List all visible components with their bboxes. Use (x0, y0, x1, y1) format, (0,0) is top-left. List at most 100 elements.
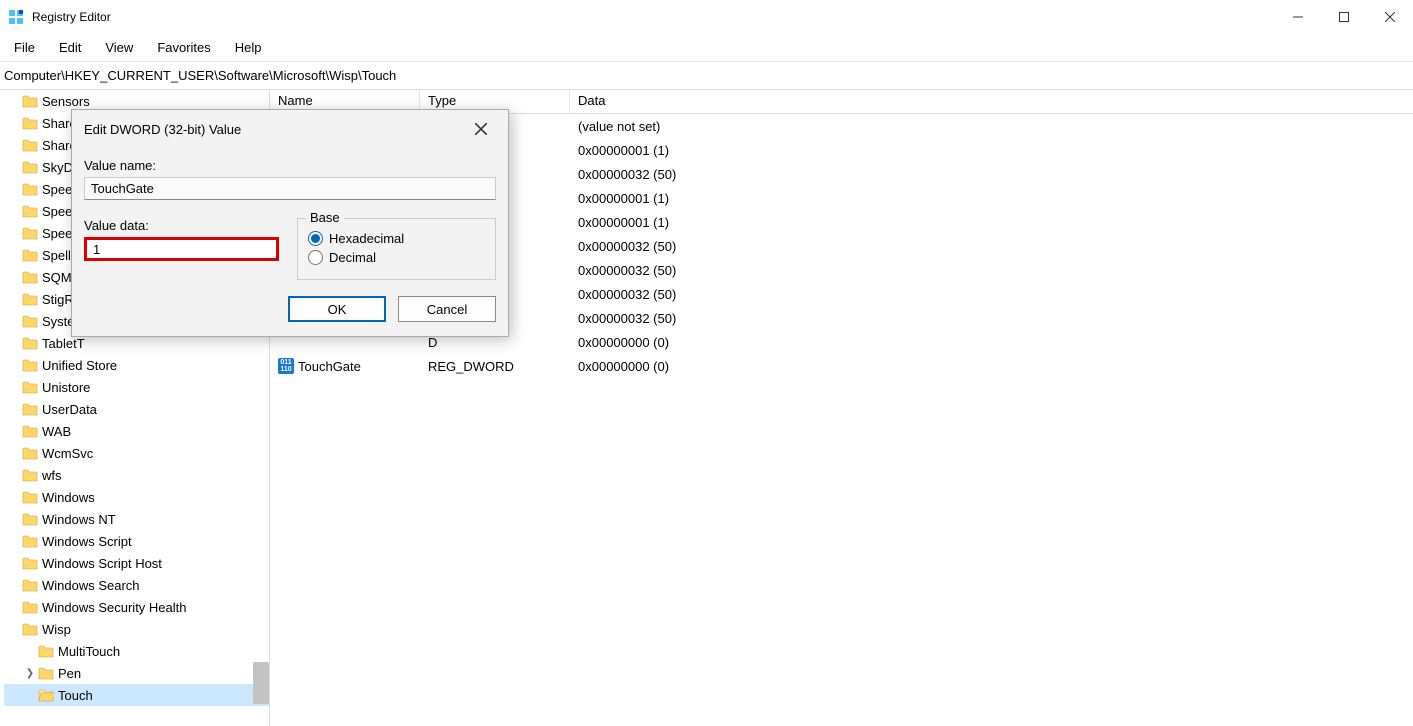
folder-icon (22, 270, 38, 284)
tree-item-label: Windows Security Health (42, 600, 187, 615)
folder-icon (22, 226, 38, 240)
ok-button[interactable]: OK (288, 296, 386, 322)
folder-icon (22, 380, 38, 394)
folder-icon (22, 314, 38, 328)
cell-data: 0x00000032 (50) (570, 309, 1413, 328)
cell-data: 0x00000001 (1) (570, 213, 1413, 232)
radio-dec-row[interactable]: Decimal (308, 250, 485, 265)
tree-scrollbar-thumb[interactable] (253, 662, 269, 704)
tree-item-wisp[interactable]: Wisp (4, 618, 269, 640)
tree-item-windows-script-host[interactable]: Windows Script Host (4, 552, 269, 574)
tree-item-label: Sensors (42, 94, 90, 109)
cell-name (270, 340, 420, 344)
cell-data: (value not set) (570, 117, 1413, 136)
tree-item-unified-store[interactable]: Unified Store (4, 354, 269, 376)
window-title: Registry Editor (32, 10, 111, 24)
folder-icon (22, 116, 38, 130)
menu-edit[interactable]: Edit (47, 36, 93, 59)
tree-item-windows-script[interactable]: Windows Script (4, 530, 269, 552)
folder-icon (22, 424, 38, 438)
close-button[interactable] (1367, 0, 1413, 34)
tree-item-windows[interactable]: Windows (4, 486, 269, 508)
radio-hex[interactable] (308, 231, 323, 246)
tree-item-label: Windows Script (42, 534, 132, 549)
tree-item-wab[interactable]: WAB (4, 420, 269, 442)
folder-icon (22, 94, 38, 108)
cell-data: 0x00000000 (0) (570, 357, 1413, 376)
address-bar[interactable]: Computer\HKEY_CURRENT_USER\Software\Micr… (0, 62, 1413, 90)
dialog-title: Edit DWORD (32-bit) Value (84, 122, 241, 137)
tree-item-userdata[interactable]: UserData (4, 398, 269, 420)
tree-item-label: Windows (42, 490, 95, 505)
value-data-label: Value data: (84, 218, 279, 233)
list-row[interactable]: 011110TouchGate REG_DWORD 0x00000000 (0) (270, 354, 1413, 378)
tree-item-multitouch[interactable]: MultiTouch (4, 640, 269, 662)
title-bar: Registry Editor (0, 0, 1413, 34)
col-header-data[interactable]: Data (570, 90, 1413, 113)
folder-icon (22, 622, 38, 636)
tree-item-unistore[interactable]: Unistore (4, 376, 269, 398)
radio-hex-row[interactable]: Hexadecimal (308, 231, 485, 246)
tree-item-label: TabletT (42, 336, 85, 351)
cell-data: 0x00000032 (50) (570, 261, 1413, 280)
tree-item-label: Unistore (42, 380, 90, 395)
tree-item-wfs[interactable]: wfs (4, 464, 269, 486)
tree-item-label: wfs (42, 468, 62, 483)
folder-icon (22, 600, 38, 614)
dialog-titlebar[interactable]: Edit DWORD (32-bit) Value (72, 110, 508, 148)
value-name-input[interactable] (84, 177, 496, 200)
value-name-label: Value name: (84, 158, 496, 173)
menu-view[interactable]: View (93, 36, 145, 59)
minimize-button[interactable] (1275, 0, 1321, 34)
folder-icon (22, 358, 38, 372)
radio-dec[interactable] (308, 250, 323, 265)
maximize-button[interactable] (1321, 0, 1367, 34)
dialog-footer: OK Cancel (72, 286, 508, 336)
tree-item-label: Windows NT (42, 512, 116, 527)
menu-favorites[interactable]: Favorites (145, 36, 222, 59)
tree-item-label: Pen (58, 666, 81, 681)
menu-file[interactable]: File (2, 36, 47, 59)
folder-icon (22, 204, 38, 218)
tree-item-wcmsvc[interactable]: WcmSvc (4, 442, 269, 464)
cell-data: 0x00000032 (50) (570, 285, 1413, 304)
tree-item-label: Unified Store (42, 358, 117, 373)
dialog-body: Value name: Value data: Base Hexadecimal (72, 148, 508, 286)
tree-item-label: Touch (58, 688, 93, 703)
cell-type: REG_DWORD (420, 357, 570, 376)
expand-icon[interactable]: ❯ (24, 667, 36, 679)
folder-icon (22, 182, 38, 196)
edit-dword-dialog: Edit DWORD (32-bit) Value Value name: Va… (71, 109, 509, 337)
folder-icon (38, 644, 54, 658)
tree-item-label: WAB (42, 424, 71, 439)
radio-hex-label: Hexadecimal (329, 231, 404, 246)
tree-item-windows-security-health[interactable]: Windows Security Health (4, 596, 269, 618)
window-controls (1275, 0, 1413, 34)
value-data-input[interactable] (87, 240, 276, 258)
tree-item-windows-nt[interactable]: Windows NT (4, 508, 269, 530)
dialog-close-button[interactable] (466, 114, 496, 144)
menu-bar: File Edit View Favorites Help (0, 34, 1413, 62)
folder-icon (22, 556, 38, 570)
tree-item-windows-search[interactable]: Windows Search (4, 574, 269, 596)
tree-item-label: UserData (42, 402, 97, 417)
tree-item-pen[interactable]: ❯ Pen (4, 662, 269, 684)
folder-icon (22, 248, 38, 262)
tree-item-label: Wisp (42, 622, 71, 637)
folder-icon (22, 534, 38, 548)
tree-item-touch[interactable]: Touch (4, 684, 269, 706)
folder-icon (22, 336, 38, 350)
base-legend: Base (306, 210, 344, 225)
folder-icon (38, 688, 54, 702)
titlebar-left: Registry Editor (8, 9, 111, 25)
app-icon (8, 9, 24, 25)
folder-icon (22, 402, 38, 416)
folder-icon (22, 292, 38, 306)
tree-item-label: MultiTouch (58, 644, 120, 659)
base-fieldset: Base Hexadecimal Decimal (297, 218, 496, 280)
cancel-button[interactable]: Cancel (398, 296, 496, 322)
menu-help[interactable]: Help (223, 36, 274, 59)
tree-item-label: Windows Script Host (42, 556, 162, 571)
tree-item-label: Windows Search (42, 578, 140, 593)
folder-icon (22, 138, 38, 152)
